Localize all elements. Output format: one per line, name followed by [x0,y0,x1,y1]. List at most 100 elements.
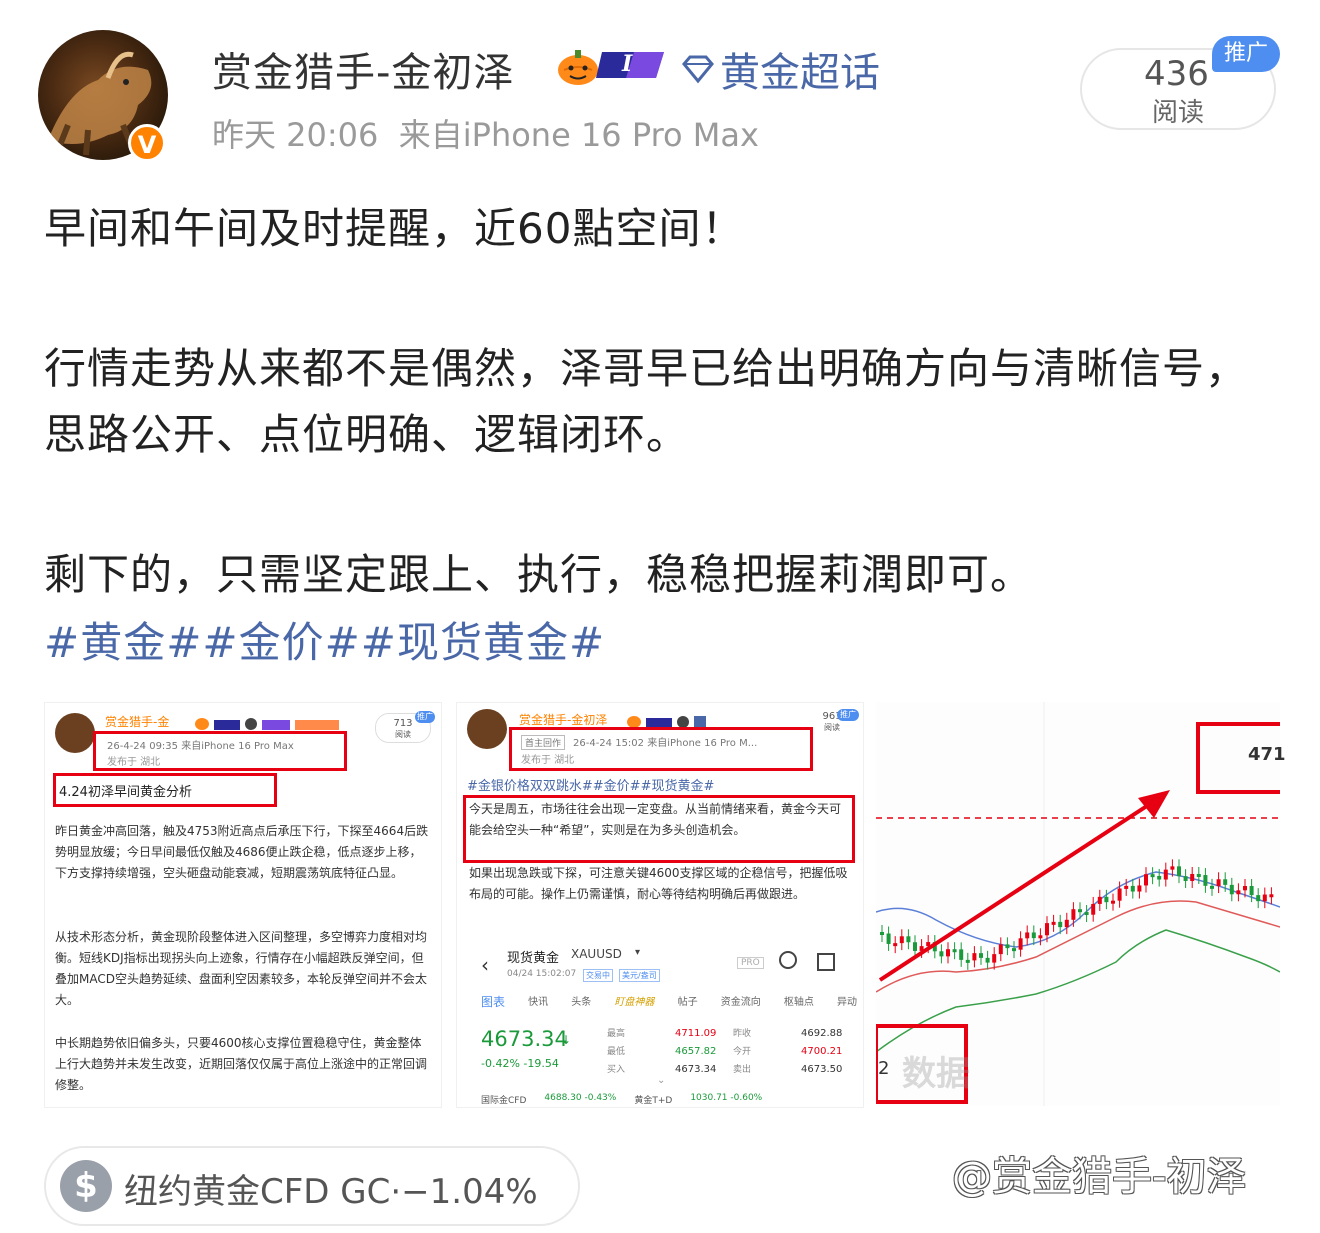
instrument-change: ·−1.04% [390,1172,538,1212]
candle-body [1170,866,1175,870]
candle-body [972,953,977,961]
candle-body [1236,890,1241,895]
post-image-2[interactable]: 赏金猎手-金初泽 首主回作 26-4-24 15:02 来自iPhone 16 … [456,702,864,1108]
candle-body [1229,884,1234,895]
tab-posts[interactable]: 帖子 [678,993,698,1010]
candle-body [1269,894,1274,898]
stat-label-prev: 昨收 [733,1029,752,1039]
candle-body [1117,888,1122,901]
img2-username: 赏金猎手-金初泽 [519,713,608,727]
stat-ask: 4673.50 [801,1064,843,1075]
tab-flow[interactable]: 资金流向 [721,993,761,1010]
dollar-icon: $ [60,1160,112,1212]
expand-chevron-icon[interactable]: ⌄ [657,1075,665,1086]
footer-cfd-name: 国际金CFD [481,1096,527,1106]
diamond-icon [682,55,714,84]
img1-username: 赏金猎手-金 [105,715,170,729]
share-icon[interactable] [817,953,835,971]
img2-badges [627,713,707,728]
candle-body [1130,885,1135,892]
candle-body [1183,876,1188,881]
post-meta: 昨天 20:06 来自iPhone 16 Pro Max [212,110,759,156]
post-source: 来自iPhone 16 Pro Max [398,116,759,154]
img2-para1: 今天是周五，市场往往会出现一定变盘。从当前情绪来看，黄金今天可能会给空头一种“希… [469,802,842,837]
candle-body [1104,896,1109,903]
candle-body [998,944,1003,955]
stat-bid: 4673.34 [675,1064,717,1075]
candle-body [1078,909,1082,913]
quote-status1: 交易中 [583,969,613,982]
img2-tags: #金银价格双双跳水##金价##现货黄金# [467,779,715,794]
candle-body [1071,909,1076,920]
tab-moves[interactable]: 异动 [837,993,857,1010]
img2-meta-tag: 首主回作 [521,735,566,750]
candle-body [1038,935,1043,939]
img2-avatar [467,709,507,749]
chart-label-bottom: 2 [878,1058,890,1079]
back-chevron-icon[interactable]: ‹ [481,953,489,977]
img1-title: 4.24初泽早间黄金分析 [59,785,192,800]
candle-body [1025,932,1030,939]
img2-meta1: 26-4-24 15:02 来自iPhone 16 Pro M... [573,738,758,749]
instrument-text[interactable]: 纽约黄金CFD GC·−1.04% [124,1164,538,1213]
quote-status2: 美元/盎司 [619,969,660,982]
candle-body [1124,885,1129,889]
img1-promo: 推广 [415,711,435,723]
tab-flash[interactable]: 快讯 [528,993,548,1010]
footer-td-value: 1030.71 -0.60% [690,1093,763,1103]
candle-body [1210,885,1214,889]
quote-tabs: 图表 快讯 头条 盯盘神器 帖子 资金流向 枢轴点 异动 [481,993,857,1010]
hashtags[interactable]: #黄金##金价##现货黄金# [44,610,605,676]
post-image-1[interactable]: 赏金猎手-金 26-4-24 09:35 来自iPhone 16 Pro Max… [44,702,442,1108]
candle-body [1111,900,1115,904]
quote-code: XAUUSD [571,947,622,961]
stat-low: 4657.82 [675,1046,717,1057]
stat-labels-b: 昨收 今开 卖出 [733,1025,751,1079]
stat-values-a: 4711.09 4657.82 4673.34 [675,1025,716,1079]
stat-high: 4711.09 [675,1028,717,1039]
down-arrow-icon: ↓ [561,1033,572,1047]
footer-cfd-value: 4688.30 -0.43% [544,1093,617,1103]
img1-para1: 昨日黄金冲高回落，触及4753附近高点后承压下行，下探至4664后跌势明显放缓；… [55,824,429,880]
dropdown-icon[interactable]: ▾ [635,947,640,958]
img1-para2: 从技术形态分析，黄金现阶段整体进入区间整理，多空博弈力度相对均衡。短线KDJ指标… [55,930,428,1007]
chart-watermark: 数据 [902,1054,970,1094]
candle-body [1262,894,1267,902]
candle-body [1256,895,1261,902]
post-text-line2: 行情走势从来都不是偶然，泽哥早已给出明确方向与清晰信号，思路公开、点位明确、逻辑… [44,344,1249,459]
candle-body [952,949,957,953]
candle-body [1190,873,1195,881]
tab-pivot[interactable]: 枢轴点 [784,993,814,1010]
candle-body [1084,912,1089,916]
tab-chart[interactable]: 图表 [481,993,505,1010]
watermark: @赏金猎手-初泽 [952,1154,1247,1200]
candle-body [1058,921,1063,928]
candle-body [1064,919,1069,928]
search-icon[interactable] [779,951,797,969]
verified-badge-icon: V [128,124,166,162]
candle-body [979,953,983,958]
img2-para2: 如果出现急跌或下探，可注意关键4600支撑区域的企稳信号，把握低吸布局的可能。操… [469,866,848,901]
stat-label-open: 今开 [733,1047,752,1057]
candle-body [1005,944,1010,949]
candle-body [1249,885,1254,896]
tab-headlines[interactable]: 头条 [571,993,591,1010]
topic-link[interactable]: 黄金超话 [680,40,880,98]
footer-td-name: 黄金T+D [634,1096,673,1106]
post-image-3[interactable]: 471 2 数据 [876,702,1286,1106]
candle-body [1091,903,1096,915]
pro-badge[interactable]: PRO [737,957,764,969]
img1-avatar [55,713,95,753]
candle-body [946,949,950,957]
tab-watch[interactable]: 盯盘神器 [614,993,654,1010]
quote-price: 4673.34 [481,1027,568,1051]
quote-time: 04/24 15:02:07 [507,969,577,979]
candle-body [939,951,944,957]
candle-body [1031,932,1036,939]
candle-body [1216,879,1221,887]
username[interactable]: 赏金猎手-金初泽 [212,40,514,98]
candle-body [965,959,970,963]
instrument-name: 纽约黄金CFD GC [124,1172,391,1212]
stat-label-high: 最高 [607,1029,626,1039]
candle-body [1018,938,1023,950]
